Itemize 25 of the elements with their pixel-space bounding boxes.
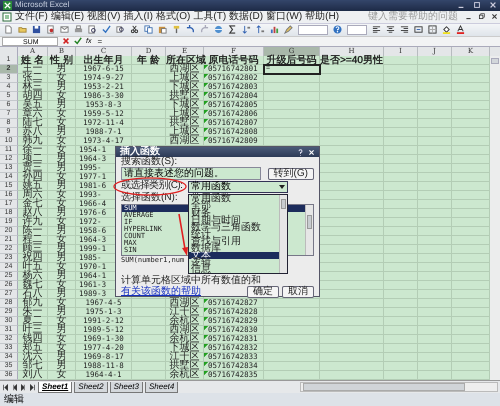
column-title-cell: 年 龄 bbox=[132, 56, 166, 66]
table-cell: 女 bbox=[48, 191, 76, 200]
status-text: 编辑 bbox=[4, 394, 24, 406]
column-title-cell: 是否>=40男性 bbox=[320, 56, 384, 66]
window-title: Microsoft Excel bbox=[15, 0, 70, 10]
table-cell: 男 bbox=[48, 182, 76, 192]
table-cell: 男 bbox=[48, 362, 76, 372]
table-cell: 男 bbox=[48, 65, 76, 74]
column-title-cell: 出生年月 bbox=[76, 56, 132, 66]
table-cell: 男 bbox=[48, 83, 76, 92]
table-cell: 男 bbox=[48, 164, 76, 174]
table-cell: 男 bbox=[48, 290, 76, 300]
table-cell: 男 bbox=[48, 326, 76, 336]
table-cell: 男 bbox=[48, 254, 76, 264]
table-cell: 男 bbox=[48, 272, 76, 282]
table-cell: 男 bbox=[48, 227, 76, 236]
table-cell: 男 bbox=[48, 209, 76, 218]
table-cell: 男 bbox=[48, 101, 76, 110]
table-cell: 男 bbox=[48, 308, 76, 318]
column-title-cell: 升级后号码 bbox=[264, 56, 320, 66]
table-cell: 女 bbox=[48, 335, 76, 344]
table-cell: 女 bbox=[48, 110, 76, 120]
table-cell: 女 bbox=[48, 137, 76, 146]
column-title-cell: 姓 名 bbox=[18, 56, 48, 66]
table-cell: 男 bbox=[48, 128, 76, 138]
